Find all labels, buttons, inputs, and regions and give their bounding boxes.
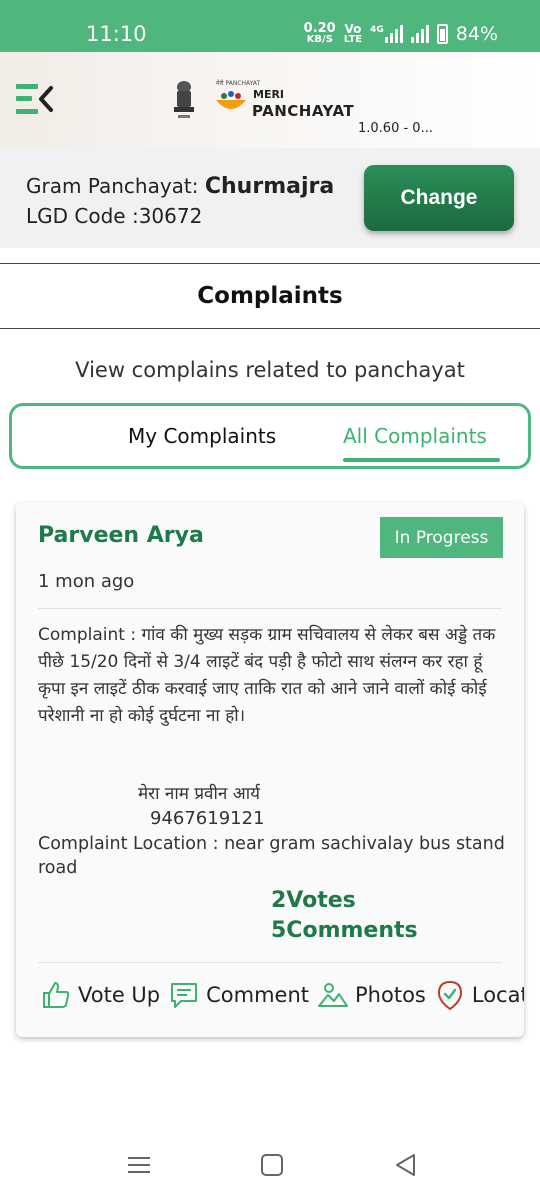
- location-label: Location: [471, 983, 524, 1007]
- panchayat-name: Churmajra: [204, 174, 335, 199]
- comment-label: Comment: [206, 983, 310, 1007]
- volte-indicator: Vo LTE: [344, 23, 362, 45]
- battery-percent: 84%: [455, 22, 498, 45]
- emblem-icon: [168, 79, 200, 123]
- nav-back-icon[interactable]: [391, 1150, 421, 1180]
- tab-all-complaints[interactable]: All Complaints: [343, 424, 487, 448]
- signal-bars-icon: [384, 24, 403, 43]
- divider: [38, 962, 502, 963]
- tab-indicator: [343, 458, 500, 462]
- comment-icon: [171, 983, 198, 1008]
- complaint-signature-name: मेरा नाम प्रवीन आर्य: [138, 784, 260, 804]
- app-header: मेरी PANCHAYAT MERI PANCHAYAT 1.0.60 - 0…: [0, 52, 540, 148]
- complaint-card[interactable]: Parveen Arya In Progress 1 mon ago Compl…: [16, 503, 524, 1037]
- photos-icon: [318, 983, 349, 1007]
- signal-bars-icon-2: [410, 24, 429, 43]
- location-button[interactable]: Location: [434, 979, 524, 1011]
- complaint-actions: Vote Up Comment Photos Location: [40, 977, 524, 1013]
- complaint-tabs: My Complaints All Complaints: [9, 403, 531, 469]
- logo-meri: MERI: [253, 88, 285, 101]
- complaint-author: Parveen Arya: [38, 523, 204, 548]
- volte-bottom: LTE: [343, 33, 363, 45]
- panchayat-label: Gram Panchayat:: [26, 174, 205, 198]
- nav-home-icon[interactable]: [257, 1150, 287, 1180]
- lgd-code: LGD Code :30672: [26, 204, 203, 228]
- network-speed: 0.20 KB/S: [304, 22, 336, 45]
- page-subtitle: View complains related to panchayat: [75, 358, 465, 382]
- vote-count: 2Votes: [271, 888, 356, 913]
- battery-icon: [436, 23, 448, 44]
- vote-up-button[interactable]: Vote Up: [40, 979, 160, 1011]
- status-bar: 11:10 0.20 KB/S Vo LTE 4G 84%: [0, 0, 540, 52]
- system-nav-bar: [0, 1130, 540, 1200]
- status-time: 11:10: [86, 22, 147, 46]
- vote-up-label: Vote Up: [78, 983, 161, 1007]
- network-type: 4G: [370, 24, 384, 35]
- status-indicators: 0.20 KB/S Vo LTE 4G 84%: [304, 22, 498, 45]
- complaint-signature-phone: 9467619121: [150, 808, 265, 829]
- menu-back-icon[interactable]: [14, 82, 58, 116]
- logo-name: PANCHAYAT: [252, 102, 355, 120]
- thumbs-up-icon: [43, 982, 70, 1008]
- volte-top: Vo: [344, 21, 362, 36]
- panchayat-info: Gram Panchayat: Churmajra LGD Code :3067…: [0, 148, 540, 248]
- photos-label: Photos: [355, 983, 426, 1007]
- complaint-text: Complaint : गांव की मुख्य सड़क ग्राम सचि…: [38, 625, 496, 726]
- page-title: Complaints: [0, 263, 540, 329]
- comment-count[interactable]: 5Comments: [271, 918, 418, 943]
- comment-button[interactable]: Comment: [168, 979, 309, 1011]
- complaint-location: Complaint Location : near gram sachivala…: [38, 834, 505, 878]
- app-version: 1.0.60 - 0...: [358, 121, 433, 136]
- divider: [38, 608, 502, 609]
- complaint-time: 1 mon ago: [38, 571, 135, 592]
- panchayat-name-line: Gram Panchayat: Churmajra: [26, 174, 334, 199]
- nav-recents-icon[interactable]: [124, 1150, 154, 1180]
- network-speed-unit: KB/S: [306, 34, 333, 45]
- location-check-icon: [437, 980, 462, 1011]
- status-badge: In Progress: [380, 517, 503, 558]
- photos-button[interactable]: Photos: [317, 979, 426, 1011]
- tab-my-complaints[interactable]: My Complaints: [128, 424, 276, 448]
- signal-1: 4G: [370, 24, 403, 43]
- change-button[interactable]: Change: [364, 165, 514, 231]
- logo-bowl-icon: [214, 86, 248, 116]
